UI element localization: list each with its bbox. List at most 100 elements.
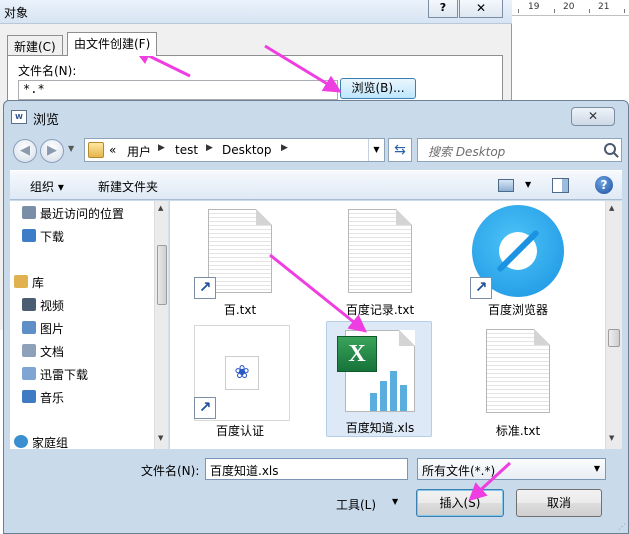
nav-item-thunder-downloads[interactable]: 迅雷下载: [22, 366, 88, 384]
page-fold: [534, 329, 550, 345]
library-icon: [14, 275, 28, 288]
nav-item-label: 音乐: [40, 391, 65, 405]
scroll-down-arrow[interactable]: ▼: [158, 434, 163, 442]
scroll-up-arrow[interactable]: ▲: [158, 204, 163, 212]
organize-button[interactable]: 组织 ▾: [30, 178, 64, 195]
help-button[interactable]: ?: [428, 0, 458, 18]
scroll-down-arrow[interactable]: ▼: [609, 434, 614, 442]
video-library-icon: [22, 298, 36, 311]
ruler-tick: [554, 9, 555, 13]
browse-titlebar: W 浏览 ✕: [4, 101, 628, 131]
ruler-tick-label: 19: [528, 2, 540, 12]
resize-grip[interactable]: ⋰: [618, 522, 626, 531]
address-overflow-chevron[interactable]: «: [109, 143, 116, 157]
shortcut-arrow-icon: ↗: [470, 277, 492, 299]
nav-item-label: 视频: [40, 299, 65, 313]
new-folder-button[interactable]: 新建文件夹: [98, 178, 158, 195]
scroll-up-arrow[interactable]: ▲: [609, 204, 614, 212]
recent-places-icon: [22, 206, 36, 219]
file-item-selected[interactable]: X 百度知道.xls: [326, 321, 432, 437]
nav-item-homegroup[interactable]: 家庭组: [14, 434, 69, 449]
nav-item-label: 文档: [40, 345, 65, 359]
tab-new[interactable]: 新建(C): [7, 35, 63, 55]
close-button[interactable]: ✕: [459, 0, 503, 18]
ruler-tick: [518, 9, 519, 13]
shortcut-arrow-icon: ↗: [194, 397, 216, 419]
thunder-download-icon: [22, 367, 36, 380]
file-list-scrollbar[interactable]: ▲ ▼: [605, 201, 622, 449]
documents-library-icon: [22, 344, 36, 357]
recent-pages-dropdown[interactable]: ▼: [68, 144, 74, 153]
file-name: 百.txt: [223, 303, 257, 317]
file-item[interactable]: ↗ 百.txt: [180, 205, 300, 325]
command-bar: 组织 ▾ 新建文件夹 ▼ ?: [10, 170, 622, 200]
insert-button[interactable]: 插入(S): [416, 489, 504, 517]
search-icon[interactable]: [604, 143, 616, 155]
address-segment[interactable]: 用户: [127, 143, 151, 160]
scrollbar-thumb[interactable]: [157, 245, 167, 305]
address-dropdown[interactable]: ▼: [368, 139, 384, 161]
browse-close-button[interactable]: ✕: [571, 107, 615, 126]
chevron-right-icon[interactable]: ▶: [281, 143, 288, 153]
navigation-pane: 最近访问的位置 下载 库 视频 图片 文档 迅雷下载 音乐 家庭组 ▲ ▼: [10, 201, 169, 449]
tools-button[interactable]: 工具(L): [336, 496, 376, 513]
tab-create-from-file[interactable]: 由文件创建(F): [67, 32, 158, 56]
file-item[interactable]: 标准.txt: [458, 325, 578, 445]
downloads-folder-icon: [22, 229, 36, 242]
help-icon[interactable]: ?: [595, 176, 613, 194]
browse-dialog: W 浏览 ✕ ◀ ▶ ▼ « 用户 ▶ test ▶ Desktop ▶ ▼ ⇆…: [3, 100, 629, 534]
ruler-tick-label: 20: [563, 2, 575, 12]
nav-item-music[interactable]: 音乐: [22, 389, 65, 407]
back-button[interactable]: ◀: [13, 139, 37, 163]
change-view-icon[interactable]: [498, 179, 514, 192]
view-options-dropdown[interactable]: ▼: [525, 180, 531, 189]
page-fold: [396, 209, 412, 225]
file-name: 百度认证: [215, 424, 264, 438]
search-box[interactable]: 搜索 Desktop: [417, 138, 622, 162]
file-name-label: 文件名(N):: [141, 464, 200, 478]
nav-item-label: 家庭组: [32, 436, 69, 449]
refresh-button[interactable]: ⇆: [388, 138, 412, 162]
music-library-icon: [22, 390, 36, 403]
nav-item-label: 库: [32, 276, 45, 290]
file-item[interactable]: ↗ 百度浏览器: [458, 205, 578, 325]
nav-item-label: 下载: [40, 230, 65, 244]
nav-item-pictures[interactable]: 图片: [22, 320, 64, 338]
text-file-icon: [486, 329, 550, 413]
chevron-right-icon[interactable]: ▶: [158, 143, 165, 153]
address-segment[interactable]: Desktop: [222, 143, 272, 157]
nav-item-downloads[interactable]: 下载: [22, 228, 65, 246]
file-type-value: 所有文件(*.*): [422, 464, 496, 478]
page-fold: [399, 330, 415, 346]
nav-item-libraries[interactable]: 库: [14, 274, 45, 292]
file-name-input[interactable]: *.*: [18, 80, 338, 100]
page-fold: [256, 209, 272, 225]
browse-title: 浏览: [33, 113, 60, 128]
ruler: 19 20 21: [512, 0, 629, 16]
nav-item-documents[interactable]: 文档: [22, 343, 65, 361]
file-name: 百度浏览器: [487, 303, 548, 317]
preview-pane-icon[interactable]: [552, 178, 569, 193]
file-item[interactable]: ❀ ↗ 百度认证: [180, 325, 300, 445]
nav-item-videos[interactable]: 视频: [22, 297, 65, 315]
browse-button[interactable]: 浏览(B)...: [340, 78, 416, 99]
nav-item-recent-places[interactable]: 最近访问的位置: [22, 205, 124, 223]
pictures-library-icon: [22, 321, 36, 334]
file-list-pane: ↗ 百.txt 百度记录.txt ↗ 百度浏览器 ❀ ↗ 百度认证 X 百度知道…: [170, 201, 622, 449]
forward-button[interactable]: ▶: [40, 139, 64, 163]
scrollbar-thumb[interactable]: [608, 329, 620, 347]
navigation-scrollbar[interactable]: ▲ ▼: [154, 201, 168, 449]
search-input[interactable]: 搜索 Desktop: [428, 143, 505, 160]
cancel-button[interactable]: 取消: [516, 489, 602, 517]
word-app-icon: W: [11, 110, 27, 124]
chart-bar: [380, 381, 387, 411]
chevron-right-icon[interactable]: ▶: [206, 143, 213, 153]
baidu-paw-icon: ❀: [225, 356, 259, 390]
file-item[interactable]: 百度记录.txt: [320, 205, 440, 325]
address-bar[interactable]: « 用户 ▶ test ▶ Desktop ▶ ▼: [84, 138, 385, 162]
text-file-icon: [348, 209, 412, 293]
address-segment[interactable]: test: [175, 143, 198, 157]
file-name-field[interactable]: 百度知道.xls: [205, 458, 408, 480]
file-type-select[interactable]: 所有文件(*.*) ▼: [417, 458, 606, 480]
chevron-down-icon[interactable]: ▼: [392, 497, 398, 506]
